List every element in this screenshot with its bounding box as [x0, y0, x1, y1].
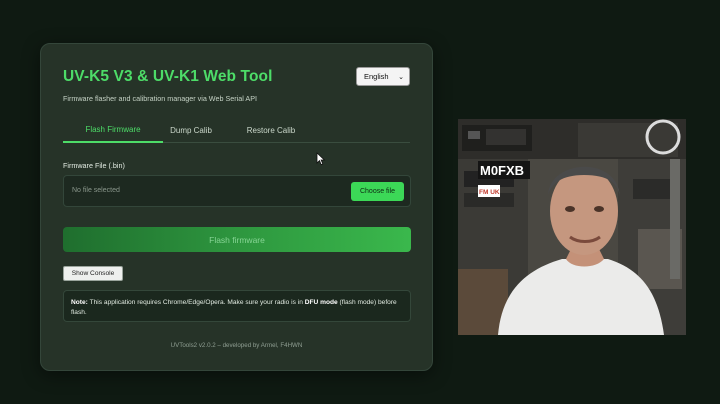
firmware-file-label: Firmware File (.bin) — [63, 161, 125, 170]
flash-tool-card: UV-K5 V3 & UV-K1 Web Tool Firmware flash… — [40, 43, 433, 371]
note-box: Note: This application requires Chrome/E… — [63, 290, 411, 322]
chevron-down-icon: ⌄ — [398, 73, 404, 81]
footer-credit: UVTools2 v2.0.2 – developed by Armel, F4… — [170, 342, 303, 349]
note-prefix: Note: — [71, 299, 88, 306]
webcam-callsign: M0FXB — [480, 163, 524, 178]
file-status-text: No file selected — [72, 187, 120, 194]
language-select-value: English — [364, 72, 389, 81]
page-subtitle: Firmware flasher and calibration manager… — [63, 94, 258, 103]
webcam-overlay: M0FXB FM UK — [458, 119, 686, 335]
tab-bar: Flash Firmware Dump Calib Restore Calib — [63, 117, 410, 143]
flash-firmware-button[interactable]: Flash firmware — [63, 227, 411, 252]
webcam-logo: FM UK — [479, 189, 500, 196]
webcam-image: M0FXB FM UK — [458, 119, 686, 335]
language-select[interactable]: English ⌄ — [356, 67, 410, 86]
choose-file-button[interactable]: Choose file — [351, 182, 404, 201]
firmware-file-input[interactable]: No file selected Choose file — [63, 175, 411, 207]
show-console-button[interactable]: Show Console — [63, 266, 123, 281]
tab-restore-calib[interactable]: Restore Calib — [229, 117, 313, 143]
tab-dump-calib[interactable]: Dump Calib — [163, 117, 219, 143]
mouse-cursor-icon — [316, 152, 326, 166]
note-dfu-mode: DFU mode — [304, 299, 338, 306]
page-title: UV-K5 V3 & UV-K1 Web Tool — [63, 68, 273, 85]
note-text-1: This application requires Chrome/Edge/Op… — [87, 299, 305, 306]
tab-flash-firmware[interactable]: Flash Firmware — [63, 117, 163, 143]
